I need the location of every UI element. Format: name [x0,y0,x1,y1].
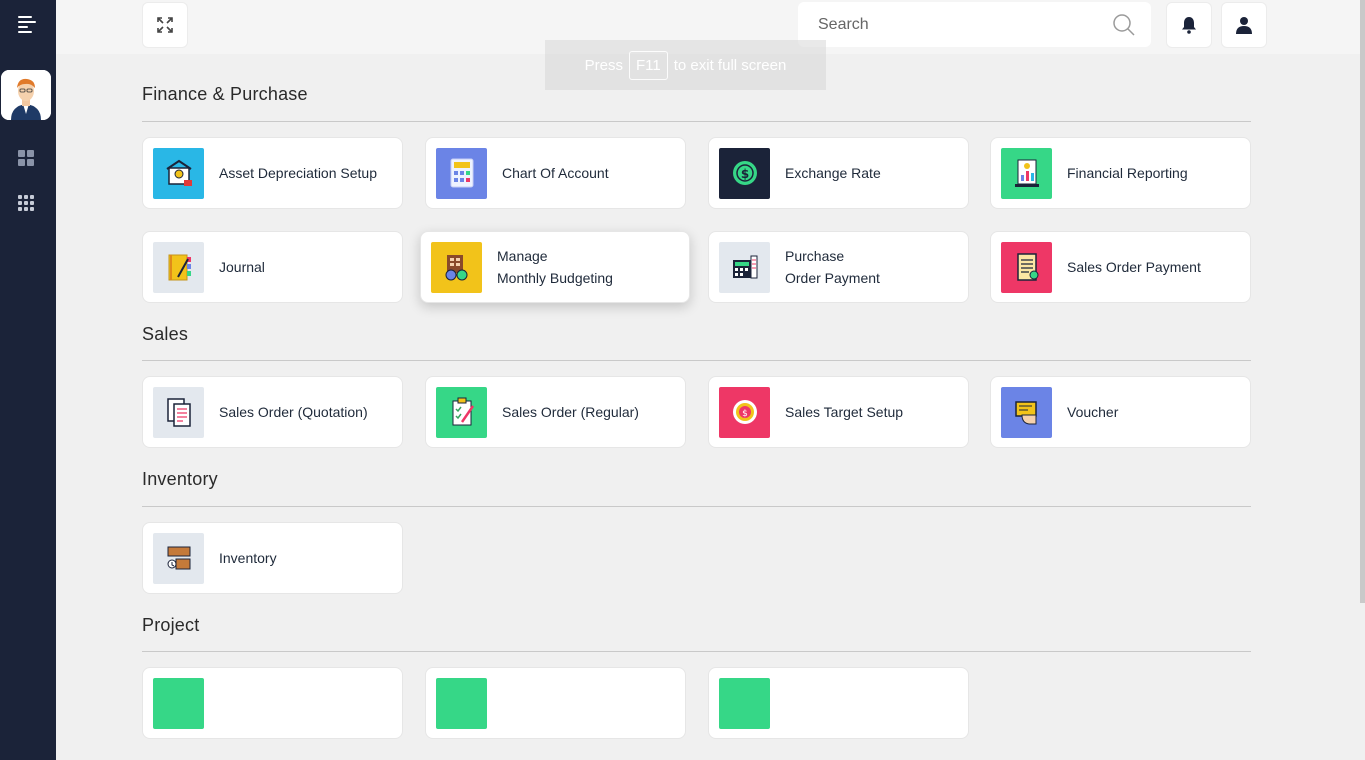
quotation-doc-icon [153,386,204,438]
card-label: Exchange Rate [785,165,881,181]
section-title-sales: Sales [142,324,189,344]
profile-button[interactable] [1221,2,1267,48]
calculator-chart-icon [436,147,487,199]
section-title-finance: Finance & Purchase [142,84,308,104]
voucher-hand-icon [1001,386,1052,438]
toast-key: F11 [629,50,668,80]
section-divider [142,360,1251,361]
card-label: Asset Depreciation Setup [219,165,377,181]
card-label-line1: Manage [497,248,548,264]
card-label-line2: Monthly Budgeting [497,270,613,286]
card-asset-depreciation-setup[interactable]: Asset Depreciation Setup [142,137,403,209]
svg-text:$: $ [742,409,748,419]
section-divider [142,506,1251,507]
card-label: Voucher [1067,404,1119,420]
budget-icon [431,241,482,293]
bell-icon [1182,17,1196,34]
scrollbar-thumb[interactable] [1360,0,1365,603]
card-chart-of-account[interactable]: Chart Of Account [425,137,686,209]
notifications-button[interactable] [1166,2,1212,48]
purchase-register-icon [719,241,770,293]
user-icon [1236,17,1252,34]
section-divider [142,651,1251,652]
target-icon: $ [719,386,770,438]
apps-grid-icon[interactable] [18,195,34,211]
avatar[interactable] [1,70,51,120]
section-title-inventory: Inventory [142,469,218,489]
card-label: Chart Of Account [502,165,609,181]
card-label-line1: Purchase [785,248,845,264]
card-label: Financial Reporting [1067,165,1188,181]
search-icon[interactable] [1113,14,1135,36]
building-money-icon [153,147,204,199]
card-label: Sales Order Payment [1067,259,1201,275]
currency-exchange-icon: $ [719,147,770,199]
card-label-line2: Order Payment [785,270,880,286]
clipboard-check-icon [436,386,487,438]
card-sales-order-regular[interactable]: Sales Order (Regular) [425,376,686,448]
card-manage-monthly-budgeting[interactable]: Manage Monthly Budgeting [420,231,690,303]
card-label: Sales Order (Regular) [502,404,639,420]
card-project[interactable] [425,667,686,739]
card-financial-reporting[interactable]: Financial Reporting [990,137,1251,209]
page-scrollbar[interactable] [1360,0,1365,760]
card-label: Manage Monthly Budgeting [497,245,613,289]
invoice-icon [1001,241,1052,293]
card-sales-order-payment[interactable]: Sales Order Payment [990,231,1251,303]
fullscreen-toast: Press F11 to exit full screen [545,40,826,90]
section-title-project: Project [142,615,200,635]
project-icon-placeholder [436,677,487,729]
toast-text-post: to exit full screen [673,56,787,74]
project-icon-placeholder [719,677,770,729]
fullscreen-button[interactable] [142,2,188,48]
search-input[interactable] [798,2,1098,47]
toast-text-pre: Press [584,56,624,74]
card-label: Sales Order (Quotation) [219,404,368,420]
card-exchange-rate[interactable]: $ Exchange Rate [708,137,969,209]
card-journal[interactable]: Journal [142,231,403,303]
card-voucher[interactable]: Voucher [990,376,1251,448]
dashboard-grid-icon[interactable] [18,150,34,166]
search-box [798,2,1151,47]
svg-text:$: $ [740,167,748,181]
fullscreen-icon [157,17,173,33]
section-divider [142,121,1251,122]
card-label: Sales Target Setup [785,404,904,420]
card-label: Inventory [219,550,277,566]
menu-toggle-icon[interactable] [18,16,36,34]
card-inventory[interactable]: Inventory [142,522,403,594]
card-project[interactable] [708,667,969,739]
report-chart-icon [1001,147,1052,199]
inventory-boxes-icon [153,532,204,584]
card-sales-target-setup[interactable]: $ Sales Target Setup [708,376,969,448]
card-label: Journal [219,259,265,275]
card-purchase-order-payment[interactable]: Purchase Order Payment [708,231,969,303]
card-project[interactable] [142,667,403,739]
sidebar [0,0,56,760]
project-icon-placeholder [153,677,204,729]
card-label: Purchase Order Payment [785,245,880,289]
journal-book-icon [153,241,204,293]
card-sales-order-quotation[interactable]: Sales Order (Quotation) [142,376,403,448]
